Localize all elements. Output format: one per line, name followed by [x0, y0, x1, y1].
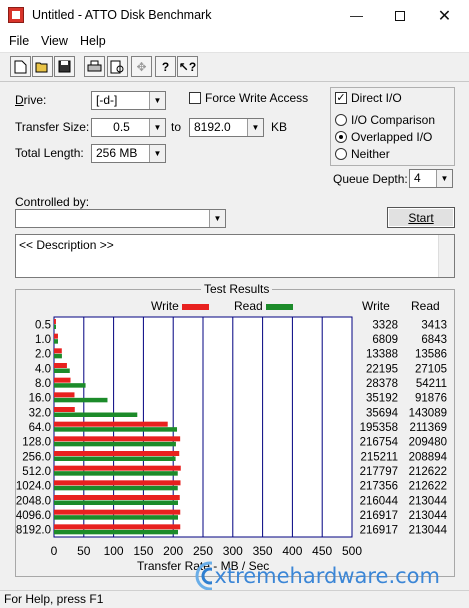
write-value: 22195: [366, 363, 398, 375]
write-bar: [54, 377, 71, 383]
write-bar: [54, 319, 56, 324]
read-value: 54211: [416, 378, 447, 390]
category-label: 1.0: [35, 334, 51, 346]
read-bar: [54, 515, 178, 520]
write-bar: [54, 509, 181, 515]
read-value: 27105: [415, 363, 447, 375]
write-value: 216044: [360, 495, 399, 507]
read-value: 143089: [409, 407, 447, 419]
read-bar: [54, 500, 178, 505]
x-tick-label: 400: [282, 544, 302, 558]
x-tick-label: 0: [51, 544, 58, 558]
write-bar: [54, 407, 75, 412]
read-value: 212622: [409, 466, 447, 478]
category-label: 16.0: [29, 393, 51, 405]
read-value: 209480: [409, 437, 447, 449]
read-bar: [54, 397, 108, 403]
write-value: 217797: [360, 466, 398, 478]
read-bar: [54, 441, 176, 447]
write-bar: [54, 480, 181, 486]
write-bar: [54, 392, 75, 398]
write-bar: [54, 465, 181, 471]
x-tick-label: 300: [223, 544, 243, 558]
write-value: 216754: [360, 437, 399, 449]
x-tick-label: 50: [77, 544, 91, 558]
write-bar: [54, 451, 180, 456]
status-text: For Help, press F1: [4, 592, 104, 606]
read-value: 213044: [409, 495, 448, 507]
write-value: 217356: [360, 481, 398, 493]
category-label: 512.0: [22, 466, 51, 478]
read-bar: [54, 471, 178, 476]
read-bar: [54, 383, 86, 388]
read-bar: [54, 456, 176, 461]
read-bar: [54, 412, 138, 417]
read-value: 13586: [415, 349, 447, 361]
x-tick-label: 100: [104, 544, 124, 558]
read-bar: [54, 368, 70, 373]
write-value: 13388: [366, 349, 398, 361]
category-label: 256.0: [22, 451, 51, 463]
read-bar: [54, 353, 62, 359]
write-bar: [54, 524, 181, 530]
read-value: 213044: [409, 510, 448, 522]
category-label: 2.0: [35, 349, 51, 361]
category-label: 4.0: [35, 363, 51, 375]
read-value: 91876: [415, 393, 447, 405]
write-bar: [54, 436, 181, 442]
write-bar: [54, 363, 67, 368]
x-tick-label: 450: [312, 544, 332, 558]
write-value: 216917: [360, 510, 398, 522]
write-bar: [54, 348, 62, 354]
category-label: 32.0: [29, 407, 51, 419]
category-label: 8.0: [35, 378, 51, 390]
category-label: 4096.0: [16, 510, 51, 522]
read-bar: [54, 485, 178, 491]
write-value: 6809: [372, 334, 398, 346]
read-value: 212622: [409, 481, 447, 493]
write-value: 215211: [360, 451, 398, 463]
x-tick-label: 250: [193, 544, 213, 558]
read-bar: [54, 529, 178, 535]
category-label: 2048.0: [16, 495, 51, 507]
x-tick-label: 500: [342, 544, 362, 558]
write-value: 216917: [360, 525, 398, 537]
category-label: 128.0: [22, 437, 51, 449]
write-bar: [54, 495, 180, 500]
write-value: 35192: [366, 393, 398, 405]
x-tick-label: 200: [163, 544, 183, 558]
write-value: 28378: [366, 378, 398, 390]
transfer-rate-chart: 0 50 100 150 200 250 300 350 400 450 500 0.5 3328 341…: [16, 316, 448, 558]
read-value: 3413: [421, 319, 447, 331]
category-label: 0.5: [35, 319, 51, 331]
category-label: 1024.0: [16, 481, 51, 493]
x-tick-label: 150: [133, 544, 153, 558]
read-value: 211369: [409, 422, 447, 434]
read-value: 208894: [409, 451, 448, 463]
read-bar: [54, 427, 178, 432]
read-bar: [54, 339, 58, 344]
read-value: 6843: [421, 334, 447, 346]
write-value: 35694: [366, 407, 399, 419]
category-label: 64.0: [29, 422, 51, 434]
write-bar: [54, 333, 58, 339]
write-value: 3328: [372, 319, 398, 331]
x-axis-label: Transfer Rate - MB / Sec: [137, 559, 270, 573]
write-bar: [54, 421, 168, 427]
read-bar: [54, 324, 56, 329]
read-value: 213044: [409, 525, 448, 537]
x-tick-label: 350: [253, 544, 273, 558]
write-value: 195358: [360, 422, 398, 434]
category-label: 8192.0: [16, 525, 51, 537]
